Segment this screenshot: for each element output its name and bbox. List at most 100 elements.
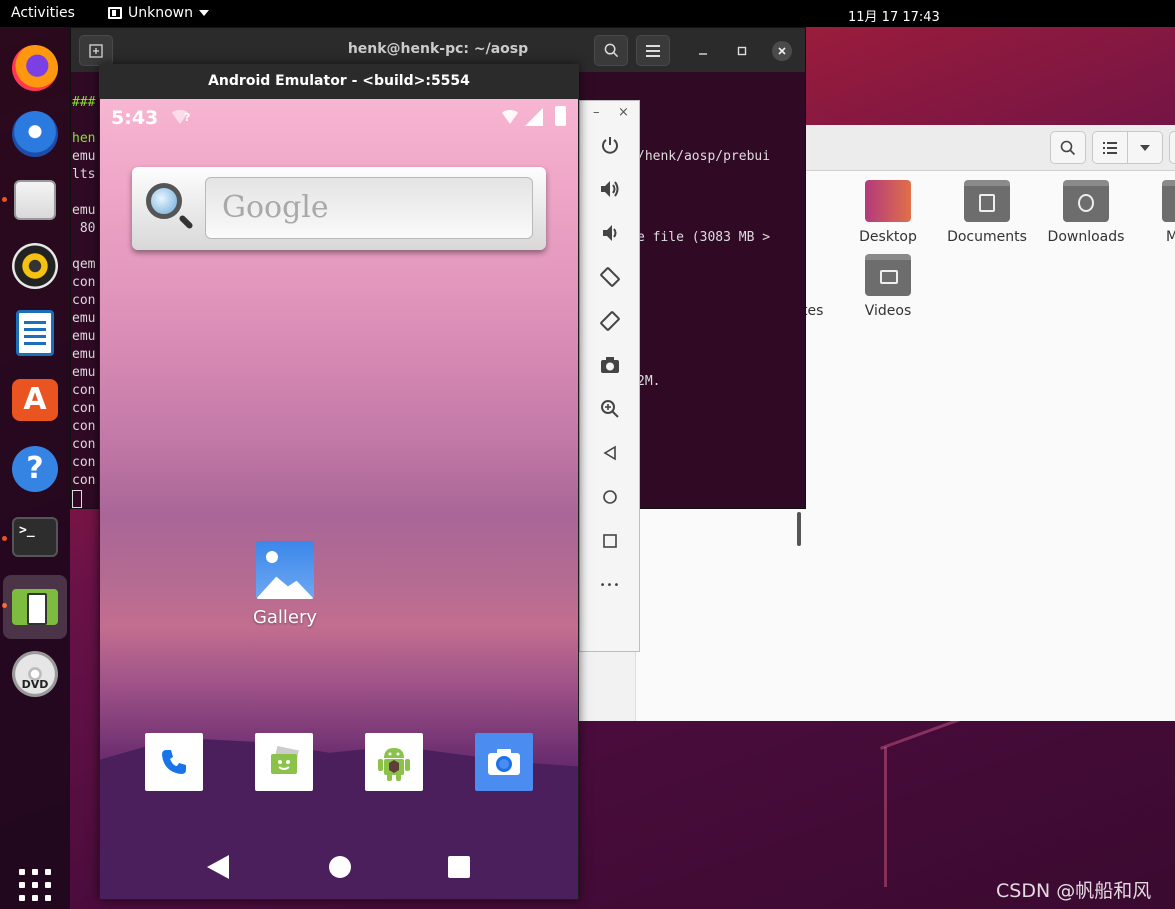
- chevron-down-icon: [199, 10, 209, 16]
- gallery-app[interactable]: Gallery: [240, 541, 330, 628]
- phone-app[interactable]: [145, 733, 203, 791]
- screenshot-button[interactable]: [595, 350, 625, 380]
- app-menu-label: Unknown: [128, 5, 193, 21]
- watermark: CSDN @帆船和风: [996, 880, 1152, 902]
- overview-button[interactable]: [595, 526, 625, 556]
- folder-label: Downloads: [1047, 229, 1125, 245]
- view-options-button[interactable]: [1127, 131, 1163, 164]
- dock-item-thunderbird[interactable]: [3, 102, 67, 166]
- emulator-toolbar: – × •••: [579, 100, 640, 652]
- wallpaper-decoration: [884, 747, 887, 887]
- close-button[interactable]: [772, 41, 792, 61]
- home-icon[interactable]: [329, 856, 351, 878]
- rhythmbox-icon: [12, 243, 58, 289]
- list-view-button[interactable]: [1092, 131, 1128, 164]
- messaging-app[interactable]: [255, 733, 313, 791]
- terminal-line: con: [72, 383, 96, 398]
- clock[interactable]: 11月 17 17:43: [848, 6, 940, 25]
- folder-music-partial[interactable]: M: [1140, 180, 1175, 245]
- back-icon[interactable]: [207, 855, 229, 879]
- rotate-right-button[interactable]: [595, 306, 625, 336]
- search-icon: [604, 43, 618, 58]
- menu-button[interactable]: [636, 35, 670, 66]
- writer-icon: [16, 310, 54, 356]
- search-input[interactable]: Google: [205, 177, 533, 239]
- terminal-line: con: [72, 455, 96, 470]
- camera-app[interactable]: [475, 733, 533, 791]
- top-bar: Activities Unknown 11月 17 17:43: [0, 0, 1175, 27]
- volume-up-button[interactable]: [595, 174, 625, 204]
- power-button[interactable]: [595, 130, 625, 160]
- dock-item-software[interactable]: A: [3, 368, 67, 432]
- recents-icon[interactable]: [448, 856, 470, 878]
- magnifier-icon: [146, 183, 182, 219]
- terminal-line: con: [72, 473, 96, 488]
- android-status-bar: 5:43 ?: [100, 99, 578, 135]
- rotate-right-icon: [600, 311, 620, 331]
- firefox-icon: [12, 45, 58, 91]
- software-store-icon: A: [12, 379, 58, 421]
- chevron-down-icon: [1140, 144, 1150, 151]
- terminal-line: emu: [72, 311, 96, 326]
- activities-button[interactable]: Activities: [11, 5, 75, 21]
- terminal-line: con: [72, 275, 96, 290]
- dock-item-help[interactable]: ?: [3, 437, 67, 501]
- folder-desktop[interactable]: Desktop: [843, 180, 933, 245]
- dock-item-writer[interactable]: [3, 301, 67, 365]
- menu-button[interactable]: [1169, 131, 1175, 164]
- terminal-line: lts: [72, 167, 96, 182]
- thunderbird-icon: [12, 111, 58, 157]
- terminal-line: e file (3083 MB >: [637, 230, 771, 245]
- dock-item-terminal[interactable]: >_: [3, 505, 67, 569]
- status-time: 5:43: [111, 107, 159, 129]
- terminal-line: emu: [72, 203, 96, 218]
- folder-videos[interactable]: Videos: [843, 254, 933, 319]
- folder-label: Desktop: [859, 229, 917, 245]
- terminal-line: con: [72, 293, 96, 308]
- camera-icon: [488, 749, 520, 775]
- folder-documents[interactable]: Documents: [942, 180, 1032, 245]
- phone-icon: [162, 750, 186, 774]
- wifi-disconnected-icon: [500, 110, 520, 124]
- more-icon: •••: [599, 579, 621, 591]
- dock-item-emulator[interactable]: [3, 575, 67, 639]
- minimize-button[interactable]: [693, 41, 713, 61]
- dock-item-files[interactable]: [3, 168, 67, 232]
- dock-item-firefox[interactable]: [3, 36, 67, 100]
- home-icon: [603, 490, 617, 504]
- scrollbar[interactable]: [797, 512, 801, 546]
- wifi-unknown-mark: ?: [184, 111, 191, 124]
- close-icon: [778, 47, 786, 55]
- android-screen[interactable]: 5:43 ? Google Gallery: [100, 99, 578, 899]
- back-button[interactable]: [595, 438, 625, 468]
- terminal-icon: >_: [12, 517, 58, 557]
- toolbar-minimize-button[interactable]: –: [593, 105, 600, 120]
- dock-item-rhythmbox[interactable]: [3, 234, 67, 298]
- list-view-icon: [1103, 141, 1117, 154]
- desktop-folder-icon: [865, 180, 911, 222]
- rotate-left-icon: [600, 267, 620, 287]
- home-button[interactable]: [595, 482, 625, 512]
- cell-signal-icon: [525, 108, 543, 126]
- google-search-widget[interactable]: Google: [132, 167, 546, 250]
- terminal-line: hen: [72, 131, 96, 146]
- search-button[interactable]: [1050, 131, 1086, 164]
- folder-downloads[interactable]: Downloads: [1041, 180, 1131, 245]
- terminal-line: ###: [72, 95, 96, 110]
- zoom-button[interactable]: [595, 394, 625, 424]
- emulator-window: Android Emulator - <build>:5554 5:43 ? G…: [99, 64, 579, 900]
- more-button[interactable]: •••: [595, 570, 625, 600]
- maximize-button[interactable]: [732, 41, 752, 61]
- search-button[interactable]: [594, 35, 628, 66]
- downloads-folder-icon: [1063, 180, 1109, 222]
- volume-down-button[interactable]: [595, 218, 625, 248]
- rotate-left-button[interactable]: [595, 262, 625, 292]
- toolbar-close-button[interactable]: ×: [618, 105, 629, 120]
- android-app[interactable]: [365, 733, 423, 791]
- app-menu[interactable]: Unknown: [108, 5, 209, 21]
- show-applications-icon[interactable]: [19, 869, 51, 901]
- terminal-line: 2M.: [637, 374, 661, 389]
- dock-item-dvd[interactable]: DVD: [3, 642, 67, 706]
- battery-icon: [555, 106, 566, 126]
- power-icon: [602, 137, 618, 154]
